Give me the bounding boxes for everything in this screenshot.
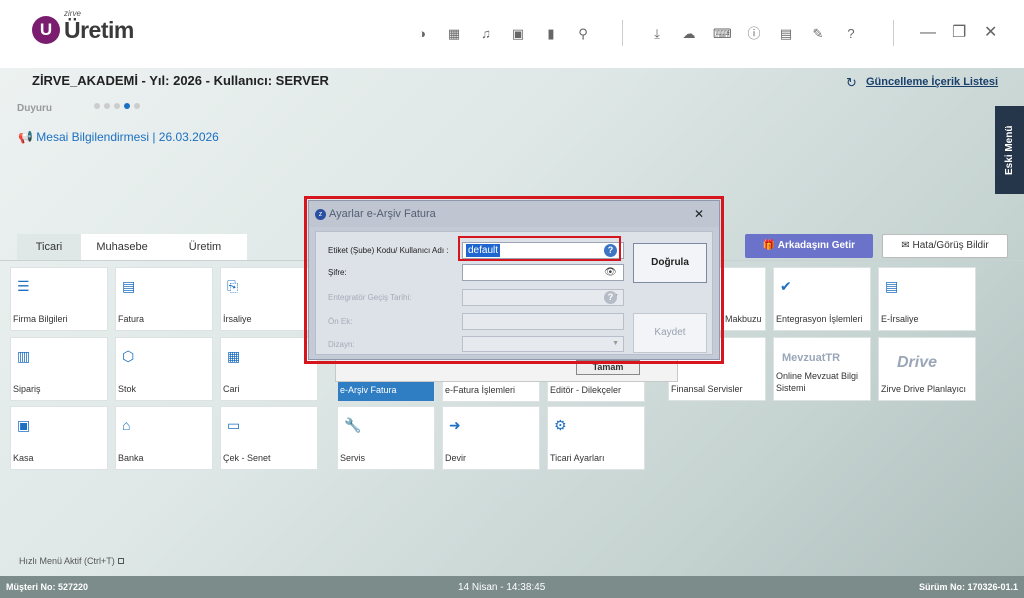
announcement-text[interactable]: Mesai Bilgilendirmesi | 26.03.2026 xyxy=(36,130,219,144)
invoice-icon: ▤ xyxy=(122,278,136,294)
company-info: ZİRVE_AKADEMİ - Yıl: 2026 - Kullanıcı: S… xyxy=(32,73,329,88)
version-number: Sürüm No: 170326-01.1 xyxy=(918,582,1018,592)
logo-title: Üretim xyxy=(64,16,134,43)
top-bar: U zirve Üretim ◑ ▦ ♫ ▣ ▮ ⚲ ⤓ ☁ ⌨ ⓘ ▤ ✎ ?… xyxy=(0,0,1024,68)
keyboard-icon[interactable]: ⌨ xyxy=(713,26,732,42)
transfer-icon: ➜ xyxy=(449,417,461,433)
module-tabs: Ticari Muhasebe Üretim xyxy=(17,234,247,260)
minimize-icon[interactable]: — xyxy=(920,24,936,42)
quick-menu-toggle[interactable]: Hızlı Menü Aktif (Ctrl+T) xyxy=(19,556,124,566)
order-icon: ▥ xyxy=(17,348,31,364)
delivery-note-icon: ⎘ xyxy=(227,278,239,294)
feedback-icon: ✉ xyxy=(901,240,910,251)
announcement-pager[interactable] xyxy=(94,103,140,109)
tile-ticari-ayarlari[interactable]: ⚙ Ticari Ayarları xyxy=(547,406,645,470)
tab-uretim[interactable]: Üretim xyxy=(163,234,247,260)
box-icon: ⬡ xyxy=(122,348,135,364)
refresh-icon[interactable]: ↻ xyxy=(846,75,857,91)
tile-banka[interactable]: ⌂ Banka xyxy=(115,406,213,470)
dialog-highlight xyxy=(304,196,724,364)
wrench-icon: 🔧 xyxy=(344,417,362,433)
theme-icon[interactable]: ◑ xyxy=(414,26,430,42)
chat-icon[interactable]: ▤ xyxy=(778,26,794,42)
tile-kasa[interactable]: ▣ Kasa xyxy=(10,406,108,470)
tab-muhasebe[interactable]: Muhasebe xyxy=(81,234,163,260)
bank-icon: ⌂ xyxy=(122,417,131,433)
gear-icon: ⚙ xyxy=(554,417,567,433)
help-icon[interactable]: ? xyxy=(843,26,859,42)
bell-icon[interactable]: ♫ xyxy=(478,26,494,42)
announcement[interactable]: 📢 Mesai Bilgilendirmesi | 26.03.2026 xyxy=(18,130,219,144)
tile-siparis[interactable]: ▥ Sipariş xyxy=(10,337,108,401)
tab-ticari[interactable]: Ticari xyxy=(17,234,81,260)
logo-small-text: zirve xyxy=(64,8,81,18)
logo-mark: U xyxy=(32,16,60,44)
announcement-label: Duyuru xyxy=(17,103,52,114)
customer-number: Müşteri No: 527220 xyxy=(6,582,89,592)
tile-firma[interactable]: ☰ Firma Bilgileri xyxy=(10,267,108,331)
datetime: 14 Nisan - 14:38:45 xyxy=(458,582,546,593)
checkbox[interactable] xyxy=(117,558,124,564)
restore-icon[interactable]: ❐ xyxy=(952,24,966,42)
tile-drive[interactable]: Drive Zirve Drive Planlayıcı xyxy=(878,337,976,401)
drive-logo: Drive xyxy=(897,354,938,371)
invite-friend-button[interactable]: 🎁 Arkadaşını Getir xyxy=(745,234,873,258)
report-bug-button[interactable]: ✉ Hata/Görüş Bildir xyxy=(882,234,1008,258)
e-waybill-icon: ▤ xyxy=(885,278,899,294)
info-icon[interactable]: ⓘ xyxy=(746,26,762,42)
money-icon[interactable]: ▣ xyxy=(510,26,526,42)
tile-servis[interactable]: 🔧 Servis xyxy=(337,406,435,470)
tile-mevzuat[interactable]: MevzuatTR Online Mevzuat Bilgi Sistemi xyxy=(773,337,871,401)
download-icon[interactable]: ⤓ xyxy=(649,26,665,42)
calculator-icon[interactable]: ▦ xyxy=(446,26,462,42)
status-bar: Müşteri No: 527220 14 Nisan - 14:38:45 S… xyxy=(0,576,1024,598)
gift-icon: 🎁 xyxy=(762,240,776,251)
old-menu-tab[interactable]: Eski Menü xyxy=(995,106,1024,194)
mevzuat-logo: MevzuatTR xyxy=(782,352,841,364)
tile-devir[interactable]: ➜ Devir xyxy=(442,406,540,470)
book-icon[interactable]: ▮ xyxy=(543,26,559,42)
integration-icon: ✔ xyxy=(780,278,792,294)
close-icon[interactable]: ✕ xyxy=(984,24,997,42)
tile-cek-senet[interactable]: ▭ Çek - Senet xyxy=(220,406,318,470)
tile-eirsaliye[interactable]: ▤ E-İrsaliye xyxy=(878,267,976,331)
location-pin-icon[interactable]: ⚲ xyxy=(575,26,591,42)
company-icon: ☰ xyxy=(17,278,30,294)
update-list-link[interactable]: Güncelleme İçerik Listesi xyxy=(866,76,998,88)
account-icon: ▦ xyxy=(227,348,241,364)
megaphone-icon: 📢 xyxy=(18,130,33,144)
cheque-icon: ▭ xyxy=(227,417,241,433)
cloud-upload-icon[interactable]: ☁ xyxy=(681,26,697,42)
tile-entegrasyon[interactable]: ✔ Entegrasyon İşlemleri xyxy=(773,267,871,331)
cash-icon: ▣ xyxy=(17,417,31,433)
tile-stok[interactable]: ⬡ Stok xyxy=(115,337,213,401)
app-logo: U zirve Üretim xyxy=(32,9,134,44)
edit-icon[interactable]: ✎ xyxy=(810,26,826,42)
tile-fatura[interactable]: ▤ Fatura xyxy=(115,267,213,331)
